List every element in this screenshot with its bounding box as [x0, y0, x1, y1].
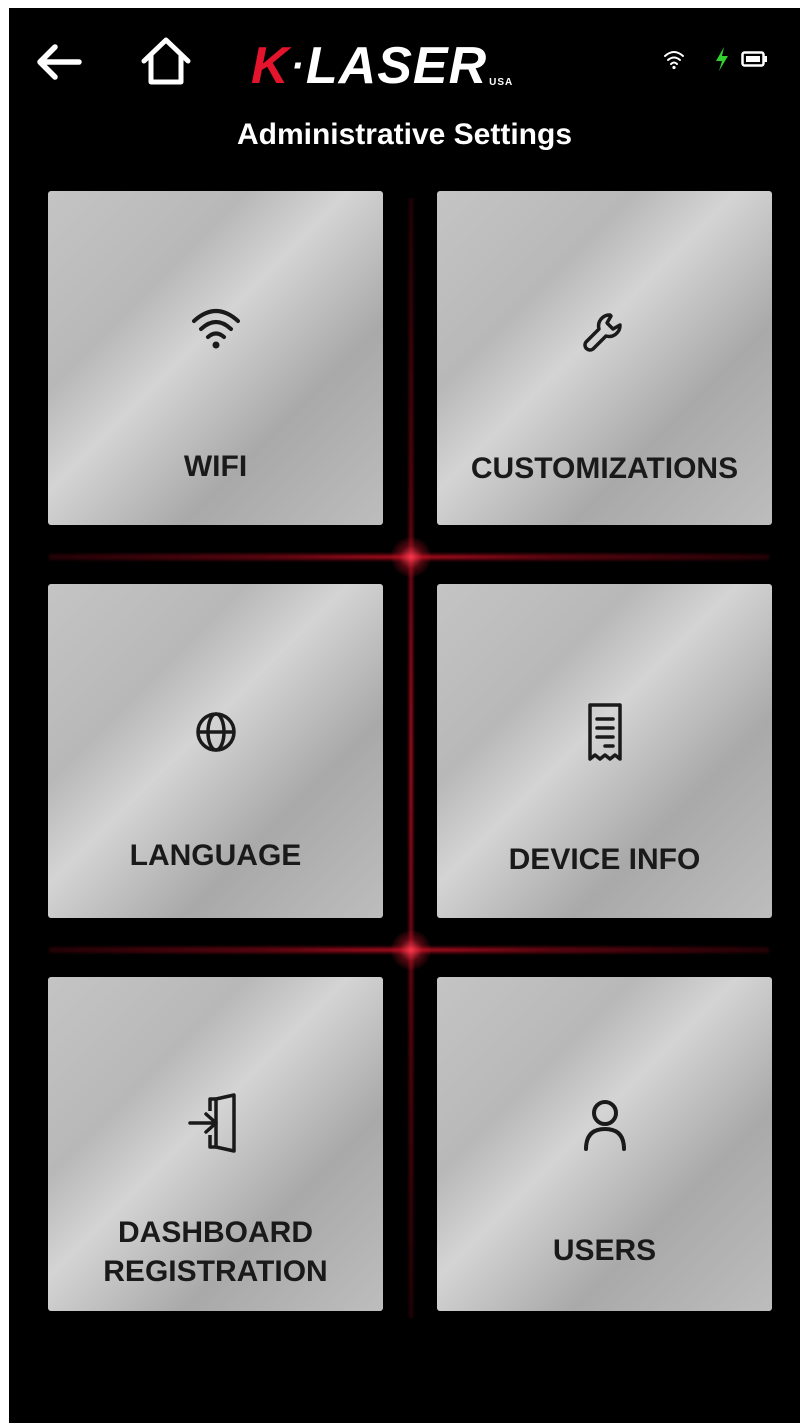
k-laser-logo: K · LASER USA: [251, 32, 513, 92]
tile-label-users: USERS: [552, 1234, 657, 1267]
tile-label-customizations: CUSTOMIZATIONS: [470, 452, 739, 485]
user-icon: [583, 1100, 626, 1151]
receipt-icon: [587, 703, 622, 761]
charging-bolt-icon: [714, 46, 730, 72]
tile-label-device-info: DEVICE INFO: [508, 843, 701, 876]
tile-label-wifi: WIFI: [183, 450, 248, 483]
tile-customizations[interactable]: CUSTOMIZATIONS: [437, 191, 772, 525]
logo-dot: ·: [290, 44, 305, 88]
status-wifi-icon: [663, 48, 685, 70]
tile-dashboard-registration[interactable]: DASHBOARD REGISTRATION: [48, 977, 383, 1311]
glow-intersection-top: [391, 537, 431, 577]
tile-device-info[interactable]: DEVICE INFO: [437, 584, 772, 918]
sign-in-icon: [187, 1093, 236, 1153]
page-title: Administrative Settings: [236, 118, 573, 151]
logo-k: K: [251, 37, 290, 95]
wrench-icon: [582, 313, 622, 352]
tile-label-dashboard-registration: DASHBOARD REGISTRATION: [48, 1213, 383, 1291]
back-button[interactable]: [31, 38, 87, 86]
tile-language[interactable]: LANGUAGE: [48, 584, 383, 918]
tile-label-language: LANGUAGE: [129, 839, 302, 872]
home-button[interactable]: [139, 34, 193, 88]
logo-suffix: USA: [489, 77, 514, 88]
glow-line-vertical: [408, 198, 414, 1318]
arrow-left-icon: [37, 44, 82, 80]
top-bar: K · LASER USA: [9, 8, 800, 108]
wifi-icon: [191, 309, 240, 349]
app-screen: K · LASER USA Administrative Settings WI…: [9, 8, 800, 1423]
battery-icon: [741, 50, 769, 68]
glow-intersection-bottom: [391, 930, 431, 970]
tile-users[interactable]: USERS: [437, 977, 772, 1311]
tile-label-line-1: DASHBOARD: [118, 1216, 313, 1249]
globe-icon: [195, 712, 236, 752]
tile-wifi[interactable]: WIFI: [48, 191, 383, 525]
home-icon: [141, 37, 191, 85]
logo-laser: LASER: [305, 37, 488, 95]
tile-label-line-2: REGISTRATION: [103, 1255, 328, 1288]
